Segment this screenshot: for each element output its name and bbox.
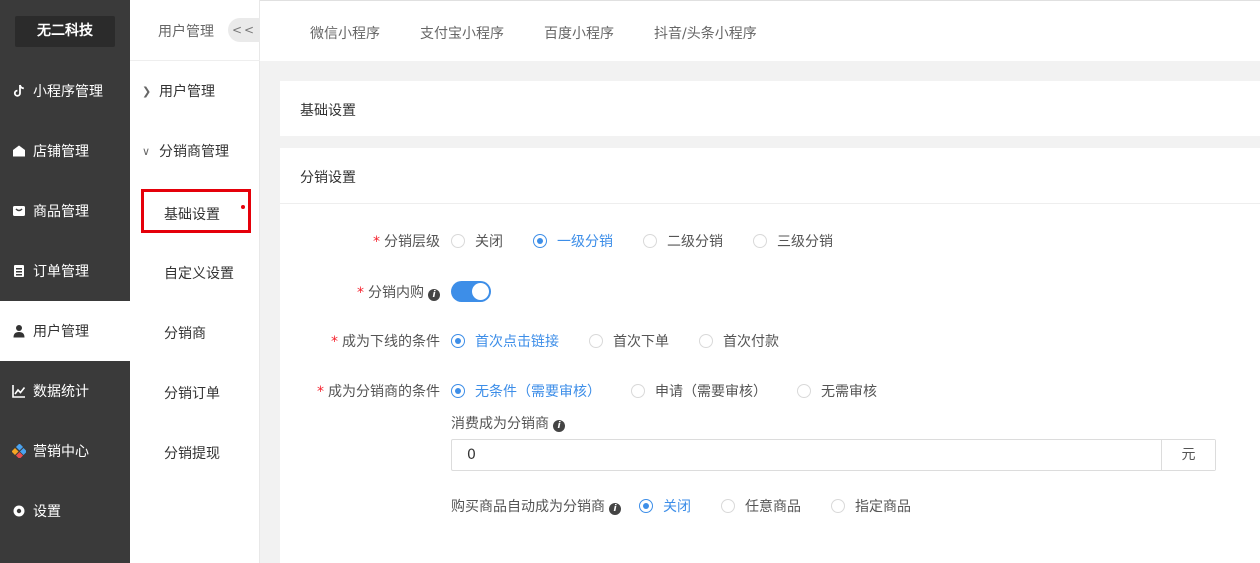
spend-amount-input[interactable] (452, 440, 1161, 470)
sidebar-item-marketing[interactable]: 营销中心 (0, 421, 130, 481)
radio-downline-order[interactable]: 首次下单 (589, 331, 669, 351)
sidebar-item-label: 用户管理 (33, 324, 89, 340)
panel-title: 基础设置 (300, 103, 356, 119)
info-icon: i (609, 503, 621, 515)
tab-alipay[interactable]: 支付宝小程序 (420, 23, 504, 43)
currency-addon: 元 (1161, 440, 1215, 470)
submenu-group-label: 分销商管理 (159, 144, 229, 160)
spend-input-group: 元 (451, 439, 1216, 471)
submenu-group-label: 用户管理 (159, 84, 215, 100)
sidebar-item-orders[interactable]: 订单管理 (0, 241, 130, 301)
user-icon (12, 324, 26, 338)
chevron-right-icon: ❯ (142, 84, 152, 98)
sidebar-item-users[interactable]: 用户管理 (0, 301, 130, 361)
sidebar-item-store[interactable]: 店铺管理 (0, 121, 130, 181)
submenu-item-basic-settings[interactable]: 基础设置 (141, 189, 251, 233)
radio-become-unconditional[interactable]: 无条件（需要审核） (451, 381, 601, 401)
clipboard-icon (12, 264, 26, 278)
brand-logo: 无二科技 (15, 16, 115, 47)
info-icon: i (553, 420, 565, 432)
tab-douyin[interactable]: 抖音/头条小程序 (654, 23, 757, 43)
sidebar-item-goods[interactable]: 商品管理 (0, 181, 130, 241)
panel-title: 分销设置 (300, 170, 356, 186)
basic-settings-panel: 基础设置 (280, 81, 1260, 136)
tiktok-icon (12, 84, 26, 98)
sidebar-item-label: 小程序管理 (33, 84, 103, 100)
field-label-downline: * 成为下线的条件 (331, 334, 440, 350)
toggle-knob (472, 283, 489, 300)
field-label-level: * 分销层级 (373, 234, 440, 250)
tab-wechat[interactable]: 微信小程序 (310, 23, 380, 43)
info-icon: i (428, 289, 440, 301)
marketing-icon (12, 444, 26, 458)
sidebar-item-label: 订单管理 (33, 264, 89, 280)
inner-buy-toggle[interactable] (451, 281, 491, 302)
radio-auto-off[interactable]: 关闭 (639, 496, 691, 516)
active-dot (241, 205, 245, 209)
sidebar-item-label: 营销中心 (33, 444, 89, 460)
sub-sidebar: 用户管理 << ❯ 用户管理 ∨ 分销商管理 自定义设置 分销商 分销订单 分销… (130, 0, 260, 563)
sidebar-item-stats[interactable]: 数据统计 (0, 361, 130, 421)
radio-level-one[interactable]: 一级分销 (533, 231, 613, 251)
field-label-become: * 成为分销商的条件 (317, 384, 440, 400)
radio-downline-click[interactable]: 首次点击链接 (451, 331, 559, 351)
radio-level-off[interactable]: 关闭 (451, 231, 503, 251)
radio-auto-specific[interactable]: 指定商品 (831, 496, 911, 516)
submenu-item-withdraw[interactable]: 分销提现 (164, 443, 220, 463)
submenu-item-dist-orders[interactable]: 分销订单 (164, 383, 220, 403)
submenu-item-label: 基础设置 (164, 207, 220, 223)
collapse-button[interactable]: << (228, 18, 260, 42)
tab-baidu[interactable]: 百度小程序 (544, 23, 614, 43)
main-sidebar: 无二科技 小程序管理 店铺管理 商品管理 订单管理 用户管理 数据统计 营销中心… (0, 0, 130, 563)
field-label-auto-buy: 购买商品自动成为分销商 i (451, 496, 621, 516)
radio-become-apply[interactable]: 申请（需要审核） (631, 381, 767, 401)
radio-auto-any[interactable]: 任意商品 (721, 496, 801, 516)
radio-become-no-review[interactable]: 无需审核 (797, 381, 877, 401)
sidebar-item-label: 店铺管理 (33, 144, 89, 160)
submenu-item-custom[interactable]: 自定义设置 (164, 263, 234, 283)
sidebar-item-label: 商品管理 (33, 204, 89, 220)
sidebar-item-label: 数据统计 (33, 384, 89, 400)
divider (280, 203, 1260, 204)
store-icon (12, 144, 26, 158)
radio-level-three[interactable]: 三级分销 (753, 231, 833, 251)
sidebar-item-settings[interactable]: 设置 (0, 481, 130, 541)
chevron-down-icon: ∨ (142, 144, 151, 158)
bag-icon (12, 204, 26, 218)
submenu-item-distributors[interactable]: 分销商 (164, 323, 206, 343)
sidebar-item-label: 设置 (33, 504, 61, 520)
radio-level-two[interactable]: 二级分销 (643, 231, 723, 251)
submenu-group-distributor[interactable]: ∨ 分销商管理 (142, 136, 260, 166)
field-label-spend: 消费成为分销商 i (451, 413, 565, 433)
chart-icon (12, 384, 26, 398)
radio-downline-pay[interactable]: 首次付款 (699, 331, 779, 351)
gear-icon (12, 504, 26, 518)
submenu-header: 用户管理 << (130, 0, 260, 61)
platform-tabs: 微信小程序 支付宝小程序 百度小程序 抖音/头条小程序 (260, 0, 1260, 61)
field-label-inner-buy: * 分销内购 i (330, 282, 440, 302)
sidebar-item-miniprogram[interactable]: 小程序管理 (0, 61, 130, 121)
submenu-title: 用户管理 (158, 24, 214, 40)
submenu-group-users[interactable]: ❯ 用户管理 (142, 76, 260, 106)
